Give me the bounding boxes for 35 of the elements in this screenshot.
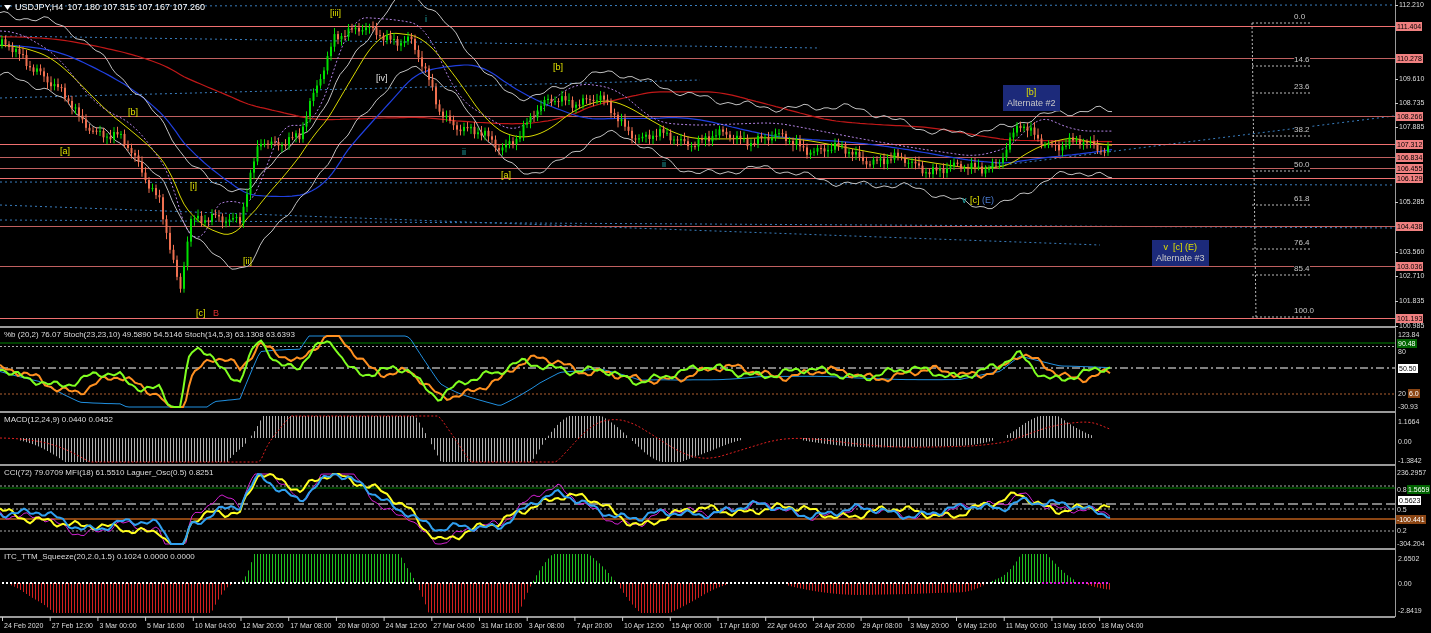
indicator-legend: CCI(72) 79.0709 MFI(18) 61.5510 Laguer_Osc(0.5) 0.8251	[4, 469, 214, 477]
callout-caption: Alternate #2	[1007, 99, 1056, 108]
fib-level-label: 23.6	[1294, 83, 1310, 91]
wave-label: [c]	[196, 309, 206, 318]
wave-label: B	[213, 309, 219, 318]
ohlc-values: 107.180 107.315 107.167 107.260	[67, 3, 205, 12]
fib-level-label: 76.4	[1294, 239, 1310, 247]
fib-level-label: 50.0	[1294, 161, 1310, 169]
fib-level-label: 100.0	[1294, 307, 1315, 315]
indicator-legend: ITC_TTM_Squeeze(20,2.0,1.5) 0.1024 0.0000 0.0000	[4, 553, 195, 561]
fib-level-label: 14.6	[1294, 56, 1310, 64]
wave-label: ii	[462, 148, 466, 157]
wave-label: v	[962, 196, 967, 205]
wave-label: [iii]	[330, 9, 341, 18]
wave-label: [b]	[553, 63, 563, 72]
indicator-legend: %b (20,2) 76.07 Stoch(23,23,10) 49.5890 54.5146 Stoch(14,5,3) 63.1308 63.6393	[4, 331, 295, 339]
fib-level-label: 0.0	[1294, 13, 1306, 21]
wave-label: i	[425, 15, 427, 24]
callout-label: [b]	[1026, 88, 1037, 97]
wave-label: [b]	[128, 108, 138, 117]
wave-label: [iv]	[376, 74, 388, 83]
fib-level-label: 38.2	[1294, 126, 1310, 134]
fib-level-label: 61.8	[1294, 195, 1310, 203]
wave-label: ii	[662, 160, 666, 169]
wave-label: [c]	[970, 196, 980, 205]
wave-label: [i]	[190, 182, 197, 191]
symbol-title: USDJPY,H4	[15, 3, 64, 12]
wave-label: [a]	[501, 171, 511, 180]
fib-level-label: 85.4	[1294, 265, 1310, 273]
indicator-legend: MACD(12,24,9) 0.0440 0.0452	[4, 416, 113, 424]
wave-label: (E)	[982, 196, 994, 205]
wave-label: [a]	[60, 147, 70, 156]
callout-caption: Alternate #3	[1156, 254, 1205, 263]
wave-label: [ii]	[243, 257, 252, 266]
callout-label: v [c] (E)	[1163, 243, 1197, 252]
